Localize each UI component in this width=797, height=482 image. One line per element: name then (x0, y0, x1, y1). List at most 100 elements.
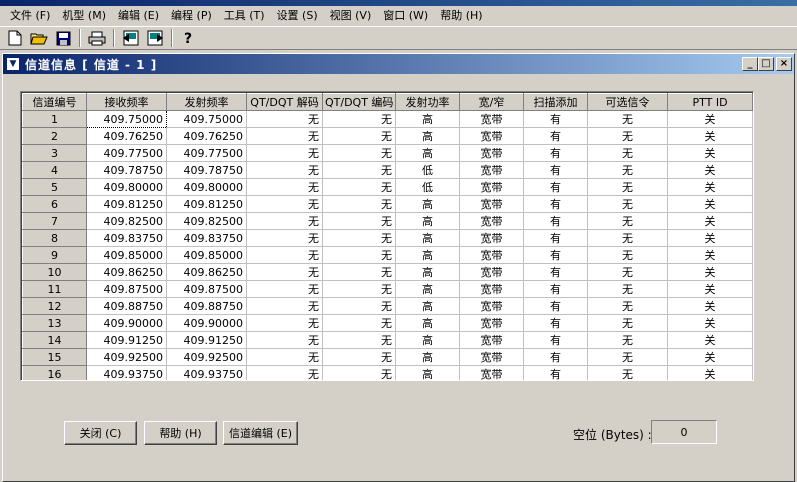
table-cell[interactable]: 无 (587, 195, 668, 213)
channel-edit-button[interactable]: 信道编辑 (E) (223, 421, 298, 445)
table-cell[interactable]: 高 (395, 127, 460, 145)
table-cell[interactable]: 关 (667, 144, 753, 162)
window-menu-icon[interactable]: ▼ (6, 57, 20, 71)
table-cell[interactable]: 有 (523, 144, 588, 162)
table-cell[interactable]: 无 (587, 263, 668, 281)
table-cell[interactable]: 409.93750 (86, 365, 167, 380)
table-cell[interactable]: 宽带 (459, 297, 524, 315)
table-cell[interactable]: 关 (667, 297, 753, 315)
row-header-cell[interactable]: 14 (22, 331, 87, 349)
table-cell[interactable]: 低 (395, 178, 460, 196)
table-cell[interactable]: 409.85000 (86, 246, 167, 264)
table-cell[interactable]: 有 (523, 178, 588, 196)
table-cell[interactable]: 无 (322, 195, 396, 213)
table-cell[interactable]: 宽带 (459, 127, 524, 145)
table-cell[interactable]: 关 (667, 280, 753, 298)
save-button[interactable] (52, 28, 74, 48)
column-header[interactable]: 扫描添加 (523, 93, 588, 111)
table-cell[interactable]: 409.75000 (166, 110, 247, 128)
table-cell[interactable]: 宽带 (459, 246, 524, 264)
table-cell[interactable]: 宽带 (459, 212, 524, 230)
table-cell[interactable]: 高 (395, 195, 460, 213)
table-cell[interactable]: 无 (587, 144, 668, 162)
table-row[interactable]: 12 409.88750 409.88750 无无高宽带有无关 (22, 297, 753, 315)
table-cell[interactable]: 宽带 (459, 263, 524, 281)
table-cell[interactable]: 无 (587, 212, 668, 230)
table-cell[interactable]: 无 (246, 195, 323, 213)
menu-edit[interactable]: 编辑 (E) (112, 7, 165, 25)
table-cell[interactable]: 无 (587, 331, 668, 349)
table-cell[interactable]: 有 (523, 331, 588, 349)
table-cell[interactable]: 关 (667, 331, 753, 349)
table-cell[interactable]: 关 (667, 127, 753, 145)
table-cell[interactable]: 409.92500 (86, 348, 167, 366)
row-header-cell[interactable]: 4 (22, 161, 87, 179)
column-header[interactable]: 信道编号 (22, 93, 87, 111)
table-cell[interactable]: 有 (523, 280, 588, 298)
menu-help[interactable]: 帮助 (H) (434, 7, 488, 25)
table-row[interactable]: 2 409.76250 409.76250 无无高宽带有无关 (22, 127, 753, 145)
table-cell[interactable]: 无 (587, 365, 668, 380)
column-header[interactable]: 发射功率 (395, 93, 460, 111)
table-cell[interactable]: 409.78750 (86, 161, 167, 179)
table-row[interactable]: 16 409.93750 409.93750 无无高宽带有无关 (22, 365, 753, 380)
table-cell[interactable]: 无 (246, 348, 323, 366)
menu-window[interactable]: 窗口 (W) (377, 7, 434, 25)
table-cell[interactable]: 有 (523, 229, 588, 247)
table-cell[interactable]: 409.91250 (166, 331, 247, 349)
table-cell[interactable]: 无 (587, 246, 668, 264)
table-cell[interactable]: 有 (523, 161, 588, 179)
table-cell[interactable]: 关 (667, 178, 753, 196)
table-cell[interactable]: 无 (322, 229, 396, 247)
row-header-cell[interactable]: 1 (22, 110, 87, 128)
column-header[interactable]: QT/DQT 解码 (246, 93, 323, 111)
table-cell[interactable]: 409.81250 (86, 195, 167, 213)
table-cell[interactable]: 无 (587, 229, 668, 247)
help-dialog-button[interactable]: 帮助 (H) (144, 421, 217, 445)
table-cell[interactable]: 409.93750 (166, 365, 247, 380)
table-cell[interactable]: 无 (587, 348, 668, 366)
table-cell[interactable]: 高 (395, 263, 460, 281)
table-cell[interactable]: 409.82500 (166, 212, 247, 230)
table-cell[interactable]: 无 (246, 144, 323, 162)
table-cell[interactable]: 宽带 (459, 348, 524, 366)
table-cell[interactable]: 409.76250 (86, 127, 167, 145)
help-button[interactable]: ? (178, 28, 200, 48)
table-cell[interactable]: 无 (246, 212, 323, 230)
table-cell[interactable]: 关 (667, 195, 753, 213)
table-cell[interactable]: 无 (246, 314, 323, 332)
table-cell[interactable]: 无 (322, 331, 396, 349)
table-cell[interactable]: 409.87500 (166, 280, 247, 298)
table-cell[interactable]: 关 (667, 246, 753, 264)
table-row[interactable]: 11 409.87500 409.87500 无无高宽带有无关 (22, 280, 753, 298)
table-row[interactable]: 14 409.91250 409.91250 无无高宽带有无关 (22, 331, 753, 349)
table-row[interactable]: 8 409.83750 409.83750 无无高宽带有无关 (22, 229, 753, 247)
table-cell[interactable]: 高 (395, 348, 460, 366)
table-cell[interactable]: 409.77500 (166, 144, 247, 162)
row-header-cell[interactable]: 7 (22, 212, 87, 230)
table-cell[interactable]: 有 (523, 110, 588, 128)
table-cell[interactable]: 高 (395, 331, 460, 349)
menu-model[interactable]: 机型 (M) (56, 7, 112, 25)
table-cell[interactable]: 409.83750 (86, 229, 167, 247)
table-row[interactable]: 15 409.92500 409.92500 无无高宽带有无关 (22, 348, 753, 366)
table-cell[interactable]: 有 (523, 246, 588, 264)
table-cell[interactable]: 无 (322, 263, 396, 281)
column-header[interactable]: PTT ID (667, 93, 753, 111)
table-cell[interactable]: 关 (667, 161, 753, 179)
table-cell[interactable]: 有 (523, 127, 588, 145)
table-cell[interactable]: 无 (322, 314, 396, 332)
row-header-cell[interactable]: 5 (22, 178, 87, 196)
table-cell[interactable]: 关 (667, 110, 753, 128)
table-cell[interactable]: 409.85000 (166, 246, 247, 264)
table-cell[interactable]: 无 (322, 144, 396, 162)
table-cell[interactable]: 无 (587, 110, 668, 128)
table-cell[interactable]: 宽带 (459, 144, 524, 162)
column-header[interactable]: 发射频率 (166, 93, 247, 111)
table-cell[interactable]: 宽带 (459, 365, 524, 380)
table-cell[interactable]: 高 (395, 144, 460, 162)
column-header[interactable]: 宽/窄 (459, 93, 524, 111)
table-cell[interactable]: 无 (587, 314, 668, 332)
table-cell[interactable]: 关 (667, 263, 753, 281)
row-header-cell[interactable]: 3 (22, 144, 87, 162)
